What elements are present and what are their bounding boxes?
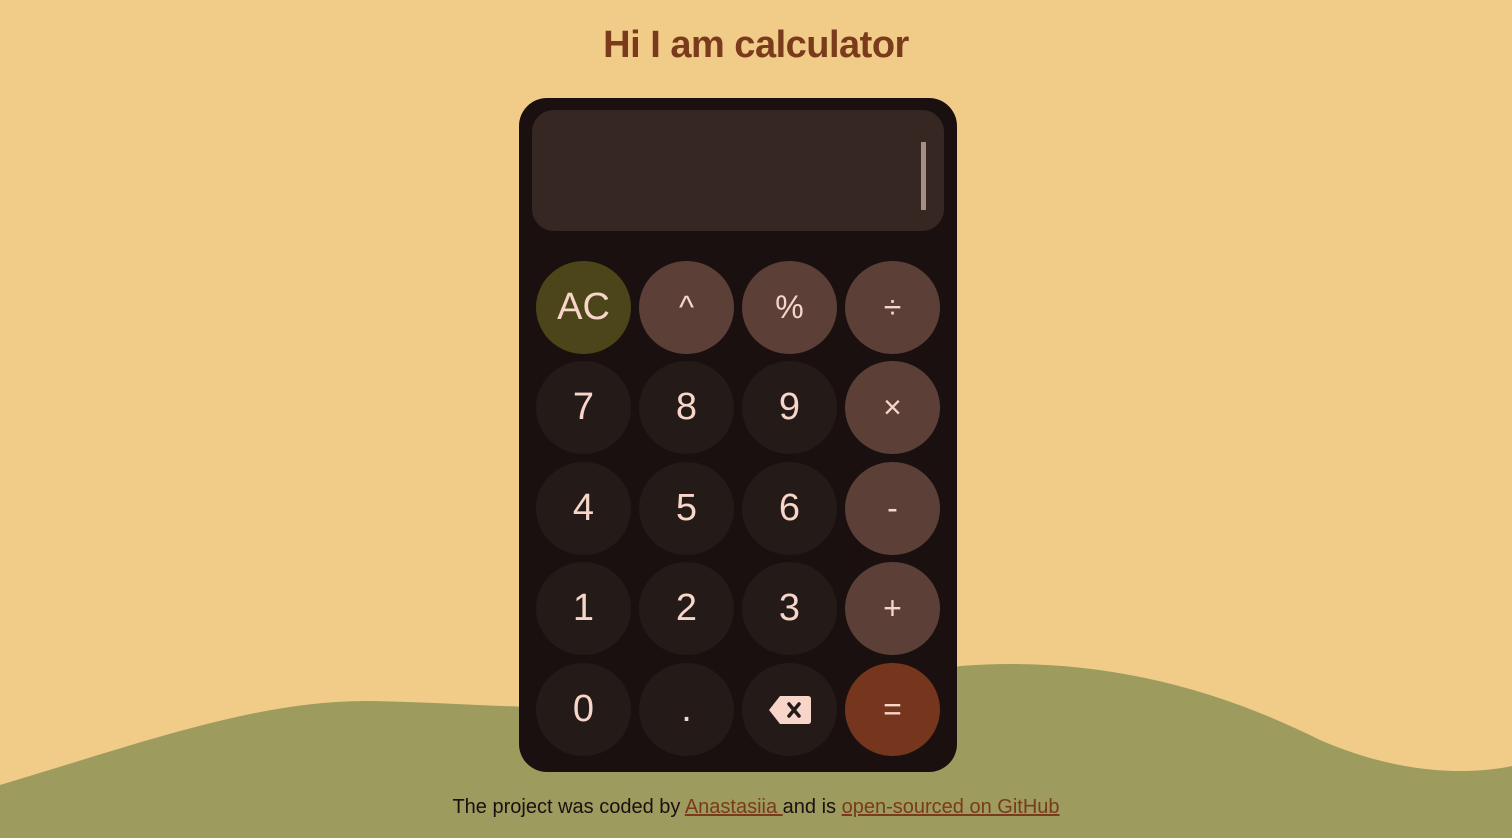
digit-1-button[interactable]: 1 (536, 562, 631, 655)
digit-4-button[interactable]: 4 (536, 462, 631, 555)
divide-button[interactable]: ÷ (845, 261, 940, 354)
digit-8-button[interactable]: 8 (639, 361, 734, 454)
github-link[interactable]: open-sourced on GitHub (842, 796, 1060, 818)
digit-9-button[interactable]: 9 (742, 361, 837, 454)
digit-0-button[interactable]: 0 (536, 663, 631, 756)
equals-button[interactable]: = (845, 663, 940, 756)
digit-2-button[interactable]: 2 (639, 562, 734, 655)
footer-prefix-text: The project was coded by (452, 796, 685, 818)
backspace-button[interactable] (742, 663, 837, 756)
power-button[interactable]: ^ (639, 261, 734, 354)
page-title: Hi I am calculator (603, 24, 909, 66)
decimal-button[interactable]: . (639, 663, 734, 756)
author-link[interactable]: Anastasiia (685, 796, 783, 818)
backspace-icon (768, 695, 811, 724)
digit-3-button[interactable]: 3 (742, 562, 837, 655)
add-button[interactable]: + (845, 562, 940, 655)
footer: The project was coded by Anastasiia and … (0, 796, 1512, 819)
clear-button[interactable]: AC (536, 261, 631, 354)
digit-6-button[interactable]: 6 (742, 462, 837, 555)
calculator-display[interactable] (532, 110, 944, 231)
footer-middle-text: and is (782, 796, 842, 818)
subtract-button[interactable]: - (845, 462, 940, 555)
digit-7-button[interactable]: 7 (536, 361, 631, 454)
multiply-button[interactable]: × (845, 361, 940, 454)
digit-5-button[interactable]: 5 (639, 462, 734, 555)
calculator: AC ^ % ÷ 7 8 9 × 4 5 6 - 1 2 3 + 0 . = (519, 98, 957, 772)
percent-button[interactable]: % (742, 261, 837, 354)
text-cursor (921, 142, 926, 210)
